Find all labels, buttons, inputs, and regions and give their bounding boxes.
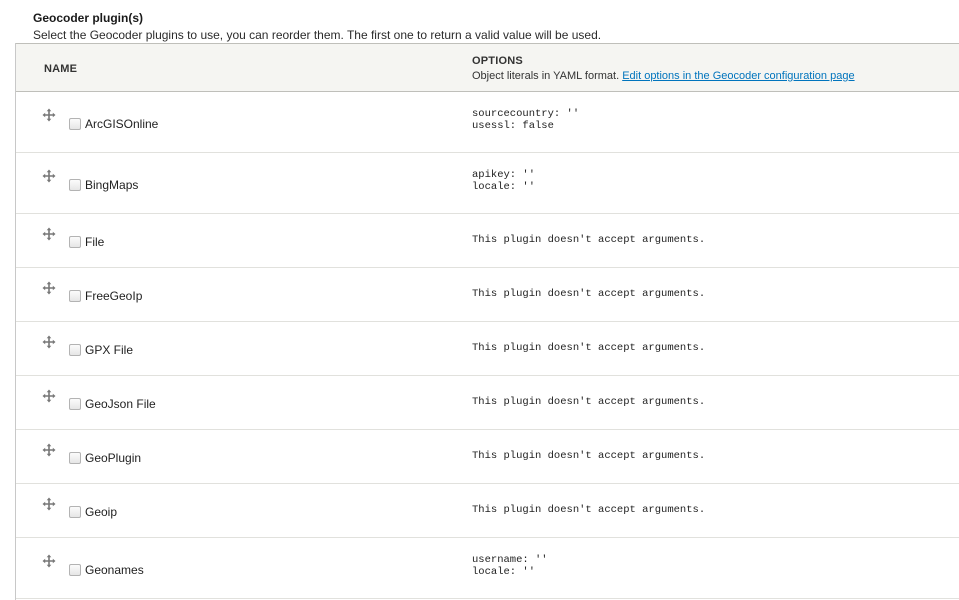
plugin-checkbox[interactable]	[69, 452, 81, 464]
field-title: Geocoder plugin(s)	[33, 11, 144, 25]
plugin-checkbox[interactable]	[69, 506, 81, 518]
plugin-options: username: '' locale: ''	[472, 554, 548, 578]
drag-handle-icon[interactable]	[42, 497, 56, 511]
plugin-name: ArcGISOnline	[85, 117, 159, 131]
plugin-options: This plugin doesn't accept arguments.	[472, 288, 706, 300]
plugin-name: Geoip	[85, 505, 118, 519]
options-description: Object literals in YAML format. Edit opt…	[472, 70, 855, 82]
drag-handle-icon[interactable]	[42, 281, 56, 295]
plugin-name: BingMaps	[85, 178, 139, 192]
column-header-name: NAME	[44, 63, 78, 75]
table-row: File This plugin doesn't accept argument…	[16, 214, 959, 268]
plugin-options: This plugin doesn't accept arguments.	[472, 234, 706, 246]
drag-handle-icon[interactable]	[42, 554, 56, 568]
plugin-name: GeoJson File	[85, 397, 156, 411]
drag-handle-icon[interactable]	[42, 389, 56, 403]
table-row: Geonames username: '' locale: ''	[16, 538, 959, 599]
plugin-options: apikey: '' locale: ''	[472, 169, 536, 193]
plugin-checkbox[interactable]	[69, 118, 81, 130]
table-row: BingMaps apikey: '' locale: ''	[16, 153, 959, 214]
drag-handle-icon[interactable]	[42, 443, 56, 457]
plugin-checkbox[interactable]	[69, 179, 81, 191]
plugin-checkbox[interactable]	[69, 398, 81, 410]
plugin-options: This plugin doesn't accept arguments.	[472, 450, 706, 462]
plugin-options: sourcecountry: '' usessl: false	[472, 108, 580, 132]
plugins-table: NAME OPTIONS Object literals in YAML for…	[16, 43, 959, 599]
column-header-options: OPTIONS	[472, 55, 523, 67]
geocoder-plugins-form: Geocoder plugin(s) Select the Geocoder p…	[0, 0, 959, 600]
plugin-options: This plugin doesn't accept arguments.	[472, 504, 706, 516]
table-row: GeoPlugin This plugin doesn't accept arg…	[16, 430, 959, 484]
plugin-checkbox[interactable]	[69, 236, 81, 248]
table-row: GPX File This plugin doesn't accept argu…	[16, 322, 959, 376]
drag-handle-icon[interactable]	[42, 108, 56, 122]
plugin-checkbox[interactable]	[69, 290, 81, 302]
edit-options-link[interactable]: Edit options in the Geocoder configurati…	[622, 70, 854, 82]
table-row: Geoip This plugin doesn't accept argumen…	[16, 484, 959, 538]
plugin-options: This plugin doesn't accept arguments.	[472, 342, 706, 354]
drag-handle-icon[interactable]	[42, 169, 56, 183]
plugin-name: File	[85, 235, 105, 249]
plugin-name: GPX File	[85, 343, 134, 357]
table-row: ArcGISOnline sourcecountry: '' usessl: f…	[16, 92, 959, 153]
plugin-name: Geonames	[85, 563, 144, 577]
plugin-name: FreeGeoIp	[85, 289, 143, 303]
drag-handle-icon[interactable]	[42, 227, 56, 241]
plugin-options: This plugin doesn't accept arguments.	[472, 396, 706, 408]
drag-handle-icon[interactable]	[42, 335, 56, 349]
plugin-checkbox[interactable]	[69, 564, 81, 576]
plugin-checkbox[interactable]	[69, 344, 81, 356]
table-row: GeoJson File This plugin doesn't accept …	[16, 376, 959, 430]
table-header: NAME OPTIONS Object literals in YAML for…	[16, 43, 959, 92]
options-description-text: Object literals in YAML format.	[472, 70, 620, 82]
field-description: Select the Geocoder plugins to use, you …	[33, 28, 602, 42]
table-row: FreeGeoIp This plugin doesn't accept arg…	[16, 268, 959, 322]
plugin-name: GeoPlugin	[85, 451, 142, 465]
